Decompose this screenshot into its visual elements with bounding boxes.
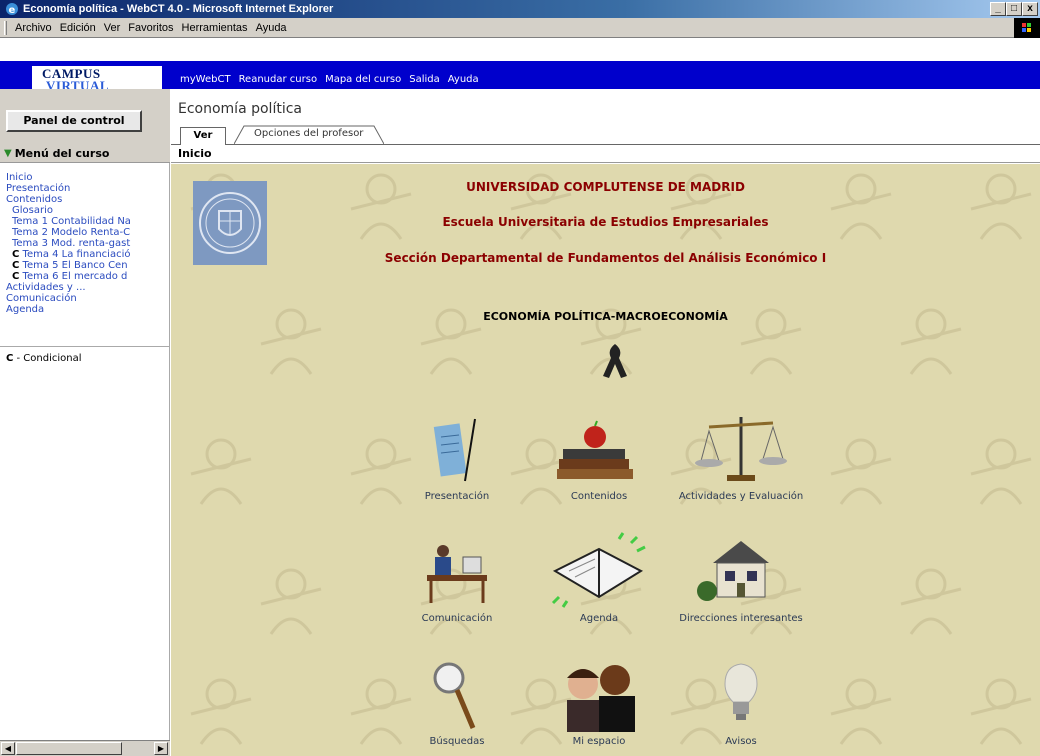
- nav-ayuda[interactable]: Ayuda: [448, 74, 479, 85]
- scroll-thumb[interactable]: [16, 742, 122, 755]
- nav-mywebct[interactable]: myWebCT: [180, 74, 231, 85]
- menu-bar: Archivo Edición Ver Favoritos Herramient…: [0, 18, 1040, 38]
- menu-item-tema1[interactable]: Tema 1 Contabilidad Na: [6, 216, 170, 227]
- menu-item-actividades[interactable]: Actividades y ...: [6, 282, 170, 293]
- window-titlebar: e Economía política - WebCT 4.0 - Micros…: [0, 0, 1040, 18]
- horizontal-scrollbar[interactable]: ◀ ▶: [0, 740, 170, 756]
- menu-item-presentacion[interactable]: Presentación: [6, 183, 170, 194]
- course-title: Economía política: [178, 101, 302, 117]
- agenda-book-icon: [519, 531, 679, 609]
- internet-explorer-icon: e: [4, 2, 20, 16]
- triangle-down-icon: ▼: [4, 148, 12, 159]
- tile-comunicacion[interactable]: Comunicación: [377, 531, 537, 624]
- menu-divider: [0, 346, 170, 347]
- conditional-marker: C: [12, 249, 20, 260]
- people-computer-icon: [377, 531, 537, 609]
- section-name: Sección Departamental de Fundamentos del…: [384, 251, 827, 265]
- university-name: UNIVERSIDAD COMPLUTENSE DE MADRID: [466, 180, 745, 194]
- course-home-content: UNIVERSIDAD COMPLUTENSE DE MADRID Escuel…: [171, 164, 1040, 756]
- close-button[interactable]: x: [1022, 2, 1038, 16]
- tile-label: Presentación: [424, 491, 490, 502]
- menu-item-agenda[interactable]: Agenda: [6, 304, 170, 315]
- tile-agenda[interactable]: Agenda: [519, 531, 679, 624]
- menu-item-label: Tema 4 La financiació: [22, 249, 131, 260]
- menu-item-tema2[interactable]: Tema 2 Modelo Renta-C: [6, 227, 170, 238]
- menu-item-tema4[interactable]: C Tema 4 La financiació: [6, 249, 170, 260]
- menu-edicion[interactable]: Edición: [56, 22, 100, 34]
- course-menu-header[interactable]: ▼ Menú del curso: [0, 145, 170, 163]
- scales-icon: [661, 409, 821, 487]
- tile-direcciones-interesantes[interactable]: Direcciones interesantes: [661, 531, 821, 624]
- scroll-left-arrow-icon[interactable]: ◀: [1, 742, 15, 755]
- menu-item-tema5[interactable]: C Tema 5 El Banco Cen: [6, 260, 170, 271]
- subject-title: ECONOMÍA POLÍTICA-MACROECONOMÍA: [483, 310, 728, 323]
- menu-item-contenidos[interactable]: Contenidos: [6, 194, 170, 205]
- tile-actividades-evaluacion[interactable]: Actividades y Evaluación: [661, 409, 821, 502]
- tile-contenidos[interactable]: Contenidos: [519, 409, 679, 502]
- magnifier-icon: [377, 654, 537, 732]
- tile-label: Actividades y Evaluación: [678, 491, 804, 502]
- control-panel-button[interactable]: Panel de control: [6, 110, 142, 132]
- minimize-button[interactable]: _: [990, 2, 1006, 16]
- svg-text:e: e: [9, 5, 16, 16]
- menu-favoritos[interactable]: Favoritos: [124, 22, 177, 34]
- nav-reanudar-curso[interactable]: Reanudar curso: [239, 74, 318, 85]
- menu-archivo[interactable]: Archivo: [11, 22, 56, 34]
- menu-item-tema6[interactable]: C Tema 6 El mercado d: [6, 271, 170, 282]
- lightbulb-icon: [661, 654, 821, 732]
- mourning-ribbon-icon: [599, 340, 631, 383]
- school-name: Escuela Universitaria de Estudios Empres…: [442, 215, 769, 229]
- course-menu-title: Menú del curso: [14, 147, 110, 160]
- menu-herramientas[interactable]: Herramientas: [178, 22, 252, 34]
- nav-mapa-del-curso[interactable]: Mapa del curso: [325, 74, 401, 85]
- conditional-marker: C: [12, 260, 20, 271]
- toolbar-grip: [4, 20, 7, 35]
- nav-salida[interactable]: Salida: [409, 74, 440, 85]
- windows-logo-icon: [1014, 18, 1040, 38]
- tile-busquedas[interactable]: Búsquedas: [377, 654, 537, 747]
- header-white-strip: [0, 39, 1040, 61]
- house-icon: [661, 531, 821, 609]
- menu-item-tema3[interactable]: Tema 3 Mod. renta-gast: [6, 238, 170, 249]
- window-title: Economía política - WebCT 4.0 - Microsof…: [23, 3, 334, 15]
- tile-label: Búsquedas: [429, 736, 485, 747]
- tab-label: Opciones del profesor: [254, 128, 364, 139]
- menu-ayuda[interactable]: Ayuda: [252, 22, 291, 34]
- maximize-button[interactable]: □: [1006, 2, 1022, 16]
- menu-item-comunicacion[interactable]: Comunicación: [6, 293, 170, 304]
- tile-label: Mi espacio: [572, 736, 626, 747]
- tile-avisos[interactable]: Avisos: [661, 654, 821, 747]
- menu-item-glosario[interactable]: Glosario: [6, 205, 170, 216]
- menu-item-label: Tema 6 El mercado d: [22, 271, 128, 282]
- tile-label: Avisos: [725, 736, 757, 747]
- tile-label: Comunicación: [421, 613, 493, 624]
- conditional-marker: C: [12, 271, 20, 282]
- tile-presentacion[interactable]: Presentación: [377, 409, 537, 502]
- tab-ver[interactable]: Ver: [180, 127, 226, 145]
- conditional-legend: C - Condicional: [6, 353, 82, 364]
- tile-label: Direcciones interesantes: [679, 613, 803, 624]
- books-apple-icon: [519, 409, 679, 487]
- legend-text: - Condicional: [13, 353, 82, 364]
- breadcrumb: Inicio: [171, 145, 1040, 163]
- tab-opciones-del-profesor[interactable]: Opciones del profesor: [234, 124, 384, 145]
- document-pen-icon: [377, 409, 537, 487]
- people-photo-icon: [519, 654, 679, 732]
- tile-label: Contenidos: [570, 491, 628, 502]
- course-menu-list: Inicio Presentación Contenidos Glosario …: [6, 172, 170, 315]
- menu-ver[interactable]: Ver: [100, 22, 125, 34]
- scroll-right-arrow-icon[interactable]: ▶: [154, 742, 168, 755]
- nav-links: myWebCT Reanudar curso Mapa del curso Sa…: [180, 74, 479, 85]
- menu-item-label: Tema 5 El Banco Cen: [22, 260, 128, 271]
- tile-label: Agenda: [579, 613, 619, 624]
- tile-mi-espacio[interactable]: Mi espacio: [519, 654, 679, 747]
- menu-item-inicio[interactable]: Inicio: [6, 172, 170, 183]
